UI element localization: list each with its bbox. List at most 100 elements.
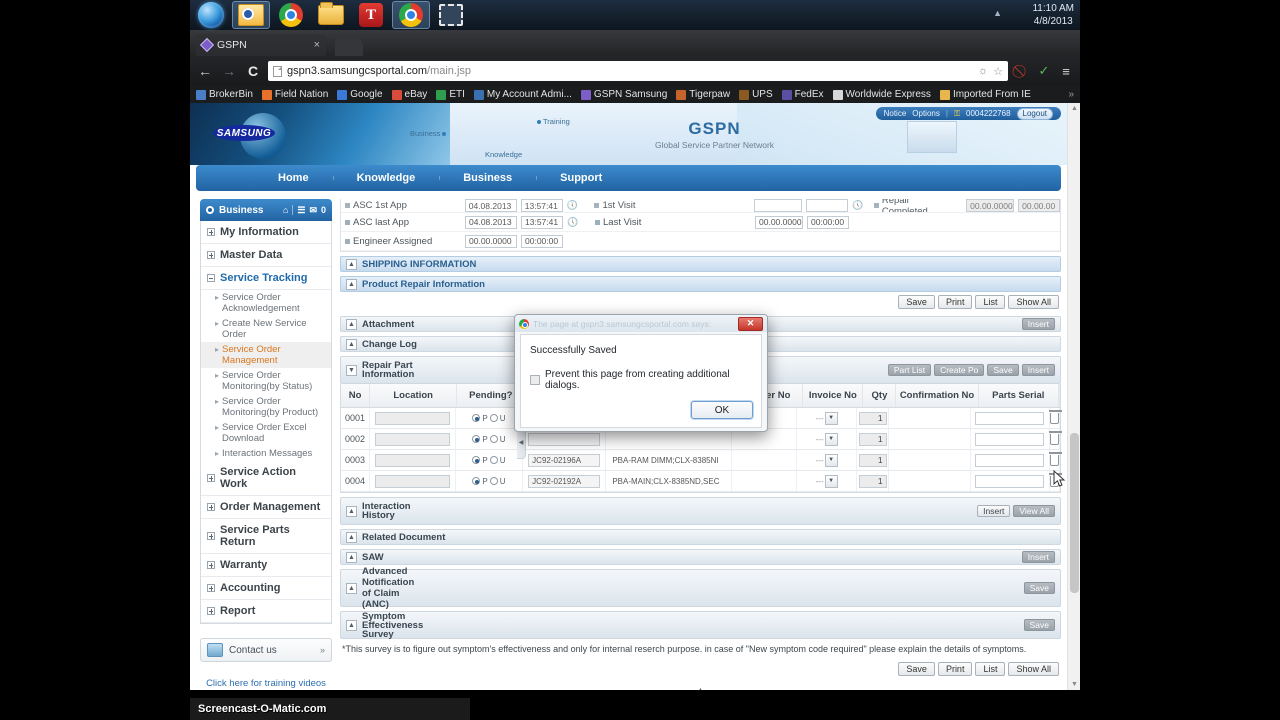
bookmark-star-icon[interactable]: ☆ xyxy=(993,65,1003,78)
date-input[interactable] xyxy=(754,199,803,212)
show-all-button[interactable]: Show All xyxy=(1008,662,1059,676)
save-button[interactable]: Save xyxy=(987,364,1019,376)
folder-icon[interactable] xyxy=(312,1,350,29)
clock-icon[interactable]: 🕔 xyxy=(567,200,578,211)
invoice-select[interactable]: --- ▼ xyxy=(816,432,838,446)
sitemap-icon[interactable]: ☰ xyxy=(297,205,305,216)
location-input[interactable] xyxy=(375,453,450,467)
insert-button[interactable]: Insert xyxy=(977,505,1011,517)
bookmark-10[interactable]: Worldwide Express xyxy=(832,89,931,100)
pending-radio-group[interactable]: PU xyxy=(472,414,505,423)
expand-icon[interactable] xyxy=(207,251,215,259)
clock-icon[interactable]: 🕔 xyxy=(852,200,863,211)
expand-icon[interactable] xyxy=(207,584,215,592)
qty-input[interactable]: 1 xyxy=(858,453,887,467)
attachment-insert-button[interactable]: Insert xyxy=(1021,318,1055,330)
invoice-select[interactable]: --- ▼ xyxy=(816,453,838,467)
chevron-down-icon[interactable]: ▼ xyxy=(824,432,838,446)
scroll-up-icon[interactable]: ▲ xyxy=(1071,105,1078,112)
bookmark-7[interactable]: Tigerpaw xyxy=(676,89,730,100)
collapse-caret-icon[interactable]: ▲ xyxy=(346,278,357,290)
extension-check-icon[interactable]: ✓ xyxy=(1036,63,1052,79)
bookmark-11[interactable]: Imported From IE xyxy=(939,89,1031,100)
contact-us-button[interactable]: Contact us » xyxy=(200,638,332,662)
show-all-button[interactable]: Show All xyxy=(1008,295,1059,309)
radio-u[interactable] xyxy=(489,435,498,443)
expand-icon[interactable] xyxy=(207,474,215,482)
bookmark-9[interactable]: FedEx xyxy=(781,89,824,100)
section-product-repair-information[interactable]: ▲ Product Repair Information xyxy=(340,276,1061,292)
date-input[interactable]: 04.08.2013 xyxy=(465,215,517,229)
qty-input[interactable]: 1 xyxy=(858,474,887,488)
parts-serial-input[interactable] xyxy=(975,432,1045,446)
time-input[interactable]: 00:00:00 xyxy=(521,234,563,248)
collapse-caret-icon[interactable]: ▲ xyxy=(346,619,357,631)
page-scrollbar[interactable]: ▲ ▼ xyxy=(1067,103,1080,690)
new-tab-button[interactable] xyxy=(335,38,363,56)
mail-icon[interactable]: ✉ xyxy=(309,205,317,216)
tray-expand-icon[interactable]: ▲ xyxy=(993,8,1002,18)
adblock-icon[interactable]: ⃠ xyxy=(1014,63,1030,79)
radio-p[interactable] xyxy=(472,414,481,422)
sidebar-subitem-service-order-acknowledgement[interactable]: ▸ Service Order Acknowledgement xyxy=(201,290,331,316)
collapse-icon[interactable] xyxy=(207,274,215,282)
back-to-top-link[interactable]: ▲ Top xyxy=(340,687,1061,690)
home-icon[interactable]: ⌂ xyxy=(283,205,288,215)
chevron-down-icon[interactable]: ▼ xyxy=(824,453,838,467)
part-code-input[interactable]: JC92-02196A xyxy=(528,453,601,467)
prevent-dialogs-checkbox-row[interactable]: Prevent this page from creating addition… xyxy=(530,369,752,391)
pending-radio-group[interactable]: PU xyxy=(472,435,505,444)
expand-icon[interactable] xyxy=(207,228,215,236)
nav-item-business[interactable]: Business xyxy=(439,172,536,184)
sidebar-subitem-create-new-service-order[interactable]: ▸ Create New Service Order xyxy=(201,316,331,342)
checkbox[interactable] xyxy=(530,375,540,385)
clock-icon[interactable]: 🕔 xyxy=(567,217,578,228)
parts-serial-input[interactable] xyxy=(975,411,1045,425)
saw-insert-button[interactable]: Insert xyxy=(1021,551,1055,563)
radio-p[interactable] xyxy=(472,435,481,443)
collapse-caret-icon[interactable]: ▲ xyxy=(346,338,357,350)
sidebar-subitem-service-order-monitoring-by-product-[interactable]: ▸ Service Order Monitoring(by Product) xyxy=(201,394,331,420)
ok-button[interactable]: OK xyxy=(691,401,753,419)
chevron-down-icon[interactable]: ▼ xyxy=(824,411,838,425)
chevron-down-icon[interactable]: ▼ xyxy=(824,474,838,488)
collapse-caret-icon[interactable]: ▲ xyxy=(346,531,357,543)
sidebar-subitem-service-order-excel-download[interactable]: ▸ Service Order Excel Download xyxy=(201,420,331,446)
translate-icon[interactable]: ☼ xyxy=(978,65,988,77)
bookmark-8[interactable]: UPS xyxy=(739,89,773,100)
qty-input[interactable]: 1 xyxy=(858,432,887,446)
section-saw[interactable]: ▲ SAW Insert xyxy=(340,549,1061,565)
print-button[interactable]: Print xyxy=(937,295,973,309)
sidebar-subitem-service-order-management[interactable]: ▸ Service Order Management xyxy=(201,342,331,368)
time-input[interactable] xyxy=(806,199,849,212)
bookmark-0[interactable]: BrokerBin xyxy=(196,89,253,100)
anc-save-button[interactable]: Save xyxy=(1023,582,1055,594)
print-button[interactable]: Print xyxy=(937,662,973,676)
browser-tab-gspn[interactable]: GSPN × xyxy=(196,34,326,56)
sidebar-item-service-parts-return[interactable]: Service Parts Return xyxy=(201,519,331,554)
delete-row-icon[interactable] xyxy=(1049,430,1062,445)
options-link[interactable]: Options xyxy=(912,109,940,118)
view-all-button[interactable]: View All xyxy=(1013,505,1055,517)
qty-input[interactable]: 1 xyxy=(858,411,887,425)
sidebar-item-service-action-work[interactable]: Service Action Work xyxy=(201,461,331,496)
symptom-save-button[interactable]: Save xyxy=(1023,619,1055,631)
bookmark-6[interactable]: GSPN Samsung xyxy=(580,89,667,100)
bookmark-5[interactable]: My Account Admi... xyxy=(473,89,572,100)
reload-icon[interactable]: C xyxy=(244,63,262,79)
time-input[interactable]: 00:00:00 xyxy=(807,215,849,229)
collapse-caret-icon[interactable]: ▲ xyxy=(346,505,357,517)
radio-p[interactable] xyxy=(472,456,481,464)
list-button[interactable]: List xyxy=(975,295,1006,309)
location-input[interactable] xyxy=(375,411,450,425)
collapse-caret-icon[interactable]: ▲ xyxy=(346,318,357,330)
training-videos-link[interactable]: Click here for training videos xyxy=(200,678,332,689)
delete-row-icon[interactable] xyxy=(1049,451,1062,466)
taskbar-clock[interactable]: 11:10 AM 4/8/2013 xyxy=(1032,2,1074,28)
radio-p[interactable] xyxy=(472,477,481,485)
chrome-icon[interactable] xyxy=(272,1,310,29)
tigerpaw-icon[interactable]: T xyxy=(352,1,390,29)
forward-icon[interactable]: → xyxy=(220,63,238,79)
section-anc[interactable]: ▲ Advanced Notification of Claim (ANC) S… xyxy=(340,566,1061,610)
section-related-document[interactable]: ▲ Related Document xyxy=(340,529,1061,545)
